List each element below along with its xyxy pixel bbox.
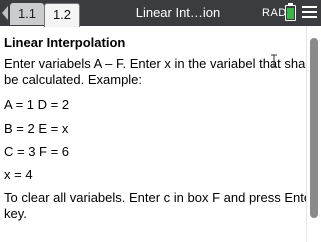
notes-line: C = 3 F = 6 — [4, 144, 70, 159]
notes-line: key. — [4, 206, 27, 221]
angle-mode-indicator: RAD — [262, 7, 287, 19]
tab-1-1[interactable]: 1.1 — [10, 3, 44, 25]
battery-cap — [288, 3, 293, 5]
text-cursor-icon — [271, 54, 277, 68]
notes-line: x = 4 — [4, 167, 33, 182]
menu-icon[interactable] — [302, 6, 317, 20]
document-title: Linear Int…ion — [135, 5, 221, 20]
notes-line: To clear all variabels. Enter c in box F… — [4, 190, 316, 205]
notes-title: Linear Interpolation — [4, 35, 126, 50]
scrollbar-thumb[interactable] — [310, 38, 318, 218]
title-bar: 1.1 1.2 Linear Int…ion RAD — [0, 0, 321, 27]
notes-line: be calculated. Example: — [4, 72, 143, 87]
notes-line: A = 1 D = 2 — [4, 97, 70, 112]
tab-1-2[interactable]: 1.2 — [44, 3, 80, 27]
notes-line: Enter variabels A – F. Enter x in the va… — [4, 56, 312, 71]
back-arrow-icon[interactable] — [2, 6, 8, 20]
menu-icon-bar — [302, 11, 317, 13]
notes-line: B = 2 E = x — [4, 121, 69, 136]
vertical-scrollbar[interactable] — [306, 26, 321, 242]
menu-icon-bar — [302, 6, 317, 8]
notes-content[interactable]: Linear Interpolation Enter variabels A –… — [0, 26, 315, 242]
battery-fill — [287, 8, 294, 19]
battery-icon — [285, 3, 296, 21]
menu-icon-bar — [302, 16, 317, 18]
